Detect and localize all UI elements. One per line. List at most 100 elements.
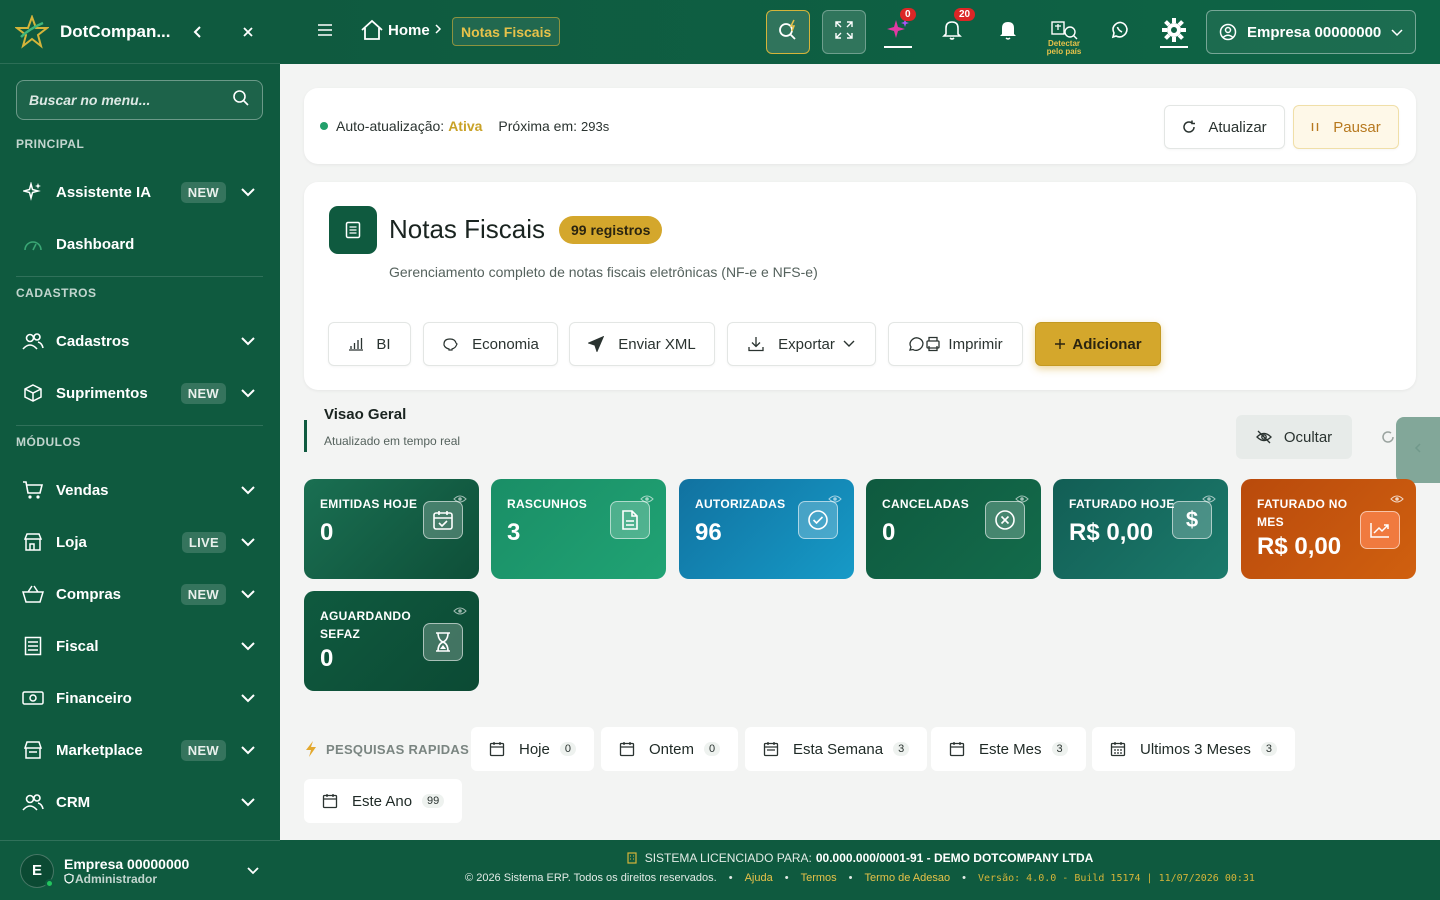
sidebar-item-label: Dashboard <box>56 235 135 253</box>
quick-search-esta-semana[interactable]: Esta Semana 3 <box>745 727 928 771</box>
sidebar-item-loja[interactable]: Loja LIVE <box>16 522 264 562</box>
chevron-down-icon[interactable] <box>238 636 258 656</box>
sidebar-item-cadastros[interactable]: Cadastros <box>16 321 264 361</box>
check-circle-icon <box>798 501 838 539</box>
sidebar-item-fiscal[interactable]: Fiscal <box>16 626 264 666</box>
quick-search-ontem[interactable]: Ontem 0 <box>601 727 739 771</box>
settings-button[interactable] <box>1152 10 1196 54</box>
quick-search-count: 0 <box>704 742 721 756</box>
stat-faturado-hoje[interactable]: FATURADO HOJE R$ 0,00 $ <box>1053 479 1228 579</box>
section-accent-bar <box>304 420 307 452</box>
user-menu[interactable]: E Empresa 00000000 Administrador <box>0 840 280 900</box>
sidebar-item-dashboard[interactable]: Dashboard <box>16 224 264 264</box>
detect-country-button[interactable]: Detectar pelo país <box>1042 10 1086 56</box>
fullscreen-button[interactable] <box>822 10 866 54</box>
quick-search-ultimos-3-meses[interactable]: Ultimos 3 Meses 3 <box>1092 727 1295 771</box>
chevron-down-icon[interactable] <box>246 862 260 880</box>
sidebar-item-vendas[interactable]: Vendas <box>16 470 264 510</box>
pause-icon <box>1311 122 1319 132</box>
x-circle-icon <box>985 501 1025 539</box>
alerts-button[interactable] <box>986 10 1030 54</box>
chevron-left-icon <box>1414 441 1422 459</box>
economia-button[interactable]: Economia <box>423 322 558 366</box>
overview-title: Visao Geral <box>324 406 407 423</box>
hamburger-menu-icon[interactable] <box>316 22 336 42</box>
sidebar-item-suprimentos[interactable]: Suprimentos NEW <box>16 373 264 413</box>
sidebar-item-compras[interactable]: Compras NEW <box>16 574 264 614</box>
quick-search-este-mes[interactable]: Este Mes 3 <box>931 727 1086 771</box>
sparkles-icon <box>885 17 911 48</box>
stat-faturado-mes[interactable]: FATURADO NO MES R$ 0,00 <box>1241 479 1416 579</box>
chevron-down-icon[interactable] <box>238 331 258 351</box>
sidebar-item-assistente-ia[interactable]: Assistente IA NEW <box>16 172 264 212</box>
new-badge: NEW <box>180 382 226 404</box>
store-icon <box>22 531 44 553</box>
calendar-check-icon <box>423 501 463 539</box>
whatsapp-button[interactable] <box>1098 10 1142 54</box>
footer-link-termo-adesao[interactable]: Termo de Adesao <box>865 872 951 884</box>
exportar-label: Exportar <box>778 335 835 353</box>
hide-overview-button[interactable]: Ocultar <box>1236 415 1352 459</box>
sidebar-item-label: Marketplace <box>56 741 143 759</box>
eye-icon[interactable] <box>453 603 467 621</box>
chevron-down-icon[interactable] <box>238 792 258 812</box>
people-icon <box>22 791 44 813</box>
new-badge: NEW <box>180 739 226 761</box>
menu-search-input[interactable] <box>29 92 232 108</box>
home-icon <box>360 18 384 42</box>
sidebar-item-label: Cadastros <box>56 332 130 350</box>
footer-link-termos[interactable]: Termos <box>801 872 837 884</box>
stat-aguardando-sefaz[interactable]: AGUARDANDO SEFAZ 0 <box>304 591 479 691</box>
bi-button[interactable]: BI <box>328 322 411 366</box>
enviar-xml-button[interactable]: Enviar XML <box>569 322 715 366</box>
refresh-icon[interactable] <box>1381 430 1395 449</box>
money-icon <box>22 687 44 709</box>
company-selector[interactable]: Empresa 00000000 <box>1206 10 1416 54</box>
stat-canceladas[interactable]: CANCELADAS 0 <box>866 479 1041 579</box>
sidebar-item-financeiro[interactable]: Financeiro <box>16 678 264 718</box>
divider <box>16 425 263 426</box>
chevron-down-icon[interactable] <box>238 480 258 500</box>
user-role: Administrador <box>75 871 158 886</box>
stat-emitidas-hoje[interactable]: EMITIDAS HOJE 0 <box>304 479 479 579</box>
document-list-icon <box>329 206 377 254</box>
chevron-down-icon[interactable] <box>238 584 258 604</box>
pause-label: Pausar <box>1333 118 1381 136</box>
breadcrumb-home[interactable]: Home <box>360 18 430 42</box>
quick-search-count: 3 <box>1260 742 1277 756</box>
quick-search-count: 99 <box>422 794 445 808</box>
collapse-sidebar-button[interactable] <box>184 18 212 46</box>
export-dropdown-button[interactable]: Exportar <box>727 322 876 366</box>
chevron-down-icon <box>843 340 855 348</box>
quick-search-hoje[interactable]: Hoje 0 <box>471 727 594 771</box>
footer-link-ajuda[interactable]: Ajuda <box>745 872 773 884</box>
gauge-icon <box>22 233 44 255</box>
user-circle-icon <box>1219 23 1237 41</box>
sidebar-item-marketplace[interactable]: Marketplace NEW <box>16 730 264 770</box>
online-dot <box>45 878 54 888</box>
chevron-down-icon[interactable] <box>238 688 258 708</box>
eye-icon[interactable] <box>1390 491 1404 509</box>
quick-searches-title: PESQUISAS RAPIDAS <box>326 741 470 757</box>
add-button[interactable]: Adicionar <box>1035 322 1161 366</box>
chevron-down-icon[interactable] <box>238 740 258 760</box>
search-icon[interactable] <box>232 89 250 112</box>
stat-autorizadas[interactable]: AUTORIZADAS 96 <box>679 479 854 579</box>
close-sidebar-button[interactable] <box>234 18 262 46</box>
pause-button[interactable]: Pausar <box>1293 105 1399 149</box>
chevron-down-icon[interactable] <box>238 182 258 202</box>
side-panel-toggle[interactable] <box>1396 417 1440 483</box>
stat-label: CANCELADAS <box>882 497 969 511</box>
print-button[interactable]: Imprimir <box>888 322 1023 366</box>
footer: SISTEMA LICENCIADO PARA: 00.000.000/0001… <box>280 840 1440 900</box>
sidebar-item-label: Vendas <box>56 481 109 499</box>
quick-search-este-ano[interactable]: Este Ano 99 <box>304 779 463 823</box>
chevron-down-icon[interactable] <box>238 532 258 552</box>
quick-search-button[interactable] <box>766 10 810 54</box>
stat-rascunhos[interactable]: RASCUNHOS 3 <box>491 479 666 579</box>
hide-label: Ocultar <box>1283 428 1333 446</box>
chevron-down-icon[interactable] <box>238 383 258 403</box>
refresh-button[interactable]: Atualizar <box>1164 105 1285 149</box>
active-underline <box>1160 46 1188 48</box>
sidebar-item-crm[interactable]: CRM <box>16 782 264 822</box>
